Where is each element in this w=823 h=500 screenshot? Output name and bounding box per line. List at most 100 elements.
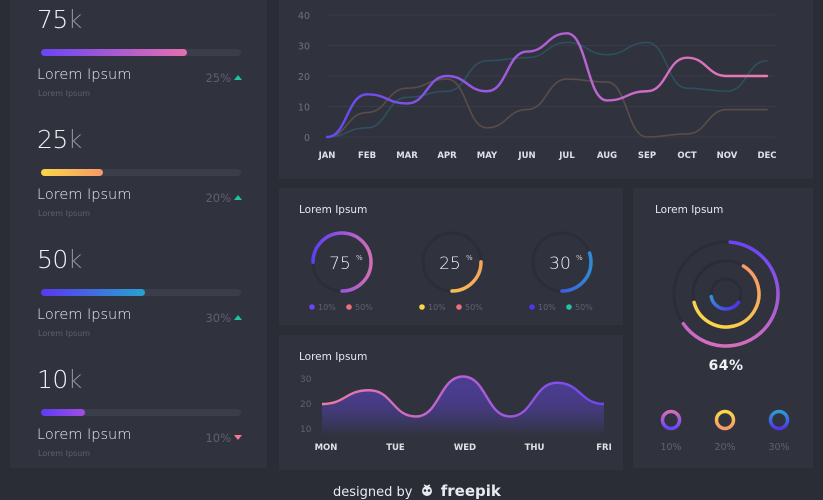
stat-number: 25	[37, 125, 68, 154]
stat-progress-track	[41, 289, 241, 296]
weekly-area-chart: 10 20 30 MON TUE WED THU FRI	[300, 375, 612, 453]
stat-unit: k	[67, 125, 82, 154]
legend-label: 10%	[538, 303, 556, 312]
x-tick-label: TUE	[386, 443, 405, 453]
stat-card: 25k Lorem Ipsum Lorem Ipsum 20%	[37, 125, 242, 218]
stat-sublabel: Lorem Ipsum	[38, 209, 91, 218]
stat-progress-track	[41, 169, 241, 176]
stat-unit: k	[67, 365, 82, 394]
y-tick-label: 40	[298, 11, 310, 22]
stat-card: 50k Lorem Ipsum Lorem Ipsum 30%	[37, 245, 242, 338]
x-tick-label: FRI	[596, 443, 612, 453]
y-tick-label: 30	[298, 42, 310, 53]
stat-number: 75	[37, 5, 68, 34]
gauges-panel: Lorem Ipsum 75% 10% 50% 25% 10% 50% 30% 10% 50%	[279, 188, 623, 325]
x-tick-label: MAR	[396, 151, 418, 161]
ring-legend-label: 20%	[714, 442, 735, 453]
stat-card: 75k Lorem Ipsum Lorem Ipsum 25%	[37, 5, 242, 98]
stat-sublabel: Lorem Ipsum	[38, 89, 91, 98]
freepik-logo-icon	[419, 483, 435, 497]
stat-number: 50	[37, 245, 68, 274]
legend-label: 50%	[575, 303, 593, 312]
y-tick-label: 10	[298, 103, 310, 114]
stat-unit: k	[67, 5, 82, 34]
stat-label: Lorem Ipsum	[37, 307, 132, 323]
legend-dot	[456, 304, 462, 310]
stat-progress-track	[41, 49, 241, 56]
stat-card: 10k Lorem Ipsum Lorem Ipsum 10%	[37, 365, 242, 458]
legend-label: 50%	[465, 303, 483, 312]
x-tick-label: WED	[454, 443, 476, 453]
legend-label: 10%	[428, 303, 446, 312]
legend-label: 10%	[318, 303, 336, 312]
y-tick-label: 20	[300, 400, 312, 410]
stat-progress-fill	[41, 49, 187, 56]
ring-legend-icon	[714, 409, 736, 431]
x-tick-label: THU	[525, 443, 545, 453]
gauges-chart: 75 % 10% 50% 25 % 10% 50% 30 % 10% 50%	[309, 231, 593, 312]
ring-arc	[672, 240, 780, 348]
legend-dot	[419, 304, 425, 310]
x-tick-label: AUG	[597, 151, 617, 161]
x-tick-label: APR	[437, 151, 457, 161]
trend-up-icon	[234, 75, 242, 80]
y-tick-label: 10	[300, 425, 312, 435]
stat-change-value: 30%	[205, 311, 231, 325]
credit-prefix: designed by	[333, 485, 413, 500]
weekly-area-chart-panel: Lorem Ipsum 10 20 30 MON TUE WED THU FRI	[279, 335, 623, 470]
series-line-secondary-brown	[326, 78, 768, 138]
y-tick-label: 30	[300, 375, 312, 385]
monthly-line-chart: 0 10 20 30 40 JAN FEB MAR APR MAY JUN JUL AUG SEP OCT N…	[298, 11, 777, 161]
stat-progress-fill	[41, 169, 103, 176]
stat-change-value: 25%	[205, 71, 231, 85]
legend-dot	[346, 304, 352, 310]
x-tick-label: DEC	[757, 151, 776, 161]
x-tick-label: FEB	[358, 151, 376, 161]
x-tick-label: OCT	[677, 151, 696, 161]
gauge-unit: %	[466, 254, 473, 262]
x-tick-label: JUL	[558, 151, 575, 161]
stat-label: Lorem Ipsum	[37, 187, 132, 203]
stat-change-value: 20%	[205, 191, 231, 205]
x-tick-label: JUN	[517, 151, 535, 161]
stat-label: Lorem Ipsum	[37, 67, 132, 83]
x-tick-label: MAY	[477, 151, 498, 161]
stat-sublabel: Lorem Ipsum	[38, 329, 91, 338]
stat-label: Lorem Ipsum	[37, 427, 132, 443]
stat-progress-fill	[41, 289, 145, 296]
ring-legend-icon	[660, 409, 682, 431]
series-line-secondary-teal	[326, 41, 768, 138]
x-tick-label: SEP	[638, 151, 656, 161]
legend-label: 50%	[355, 303, 373, 312]
x-tick-label: MON	[315, 443, 338, 453]
stat-number: 10	[37, 365, 68, 394]
stat-value: 50k	[37, 245, 242, 274]
legend-dot	[566, 304, 572, 310]
trend-up-icon	[234, 195, 242, 200]
stat-unit: k	[67, 245, 82, 274]
stat-progress-track	[41, 409, 241, 416]
area-fill	[322, 376, 604, 435]
x-tick-label: JAN	[318, 151, 336, 161]
ring-legend-label: 10%	[660, 442, 681, 453]
credit-brand: freepik	[440, 482, 501, 500]
stat-value: 10k	[37, 365, 242, 394]
stat-value: 75k	[37, 5, 242, 34]
trend-down-icon	[234, 435, 242, 440]
stat-change-value: 10%	[205, 431, 231, 445]
stat-change: 20%	[205, 191, 242, 205]
rings-panel: Lorem Ipsum 10% 20% 30% 64%	[633, 188, 813, 468]
gauge-value: 25	[439, 254, 461, 274]
stat-sublabel: Lorem Ipsum	[38, 449, 91, 458]
y-tick-label: 20	[298, 72, 310, 83]
gauge-value: 30	[549, 254, 571, 274]
stat-change: 25%	[205, 71, 242, 85]
gauge-value: 75	[329, 254, 351, 274]
series-line-primary	[325, 32, 769, 139]
gauge-unit: %	[356, 254, 363, 262]
legend-dot	[309, 304, 315, 310]
ring-legend-icon	[768, 409, 790, 431]
legend-dot	[529, 304, 535, 310]
stat-value: 25k	[37, 125, 242, 154]
credit-footer: designed by freepik	[333, 482, 501, 500]
